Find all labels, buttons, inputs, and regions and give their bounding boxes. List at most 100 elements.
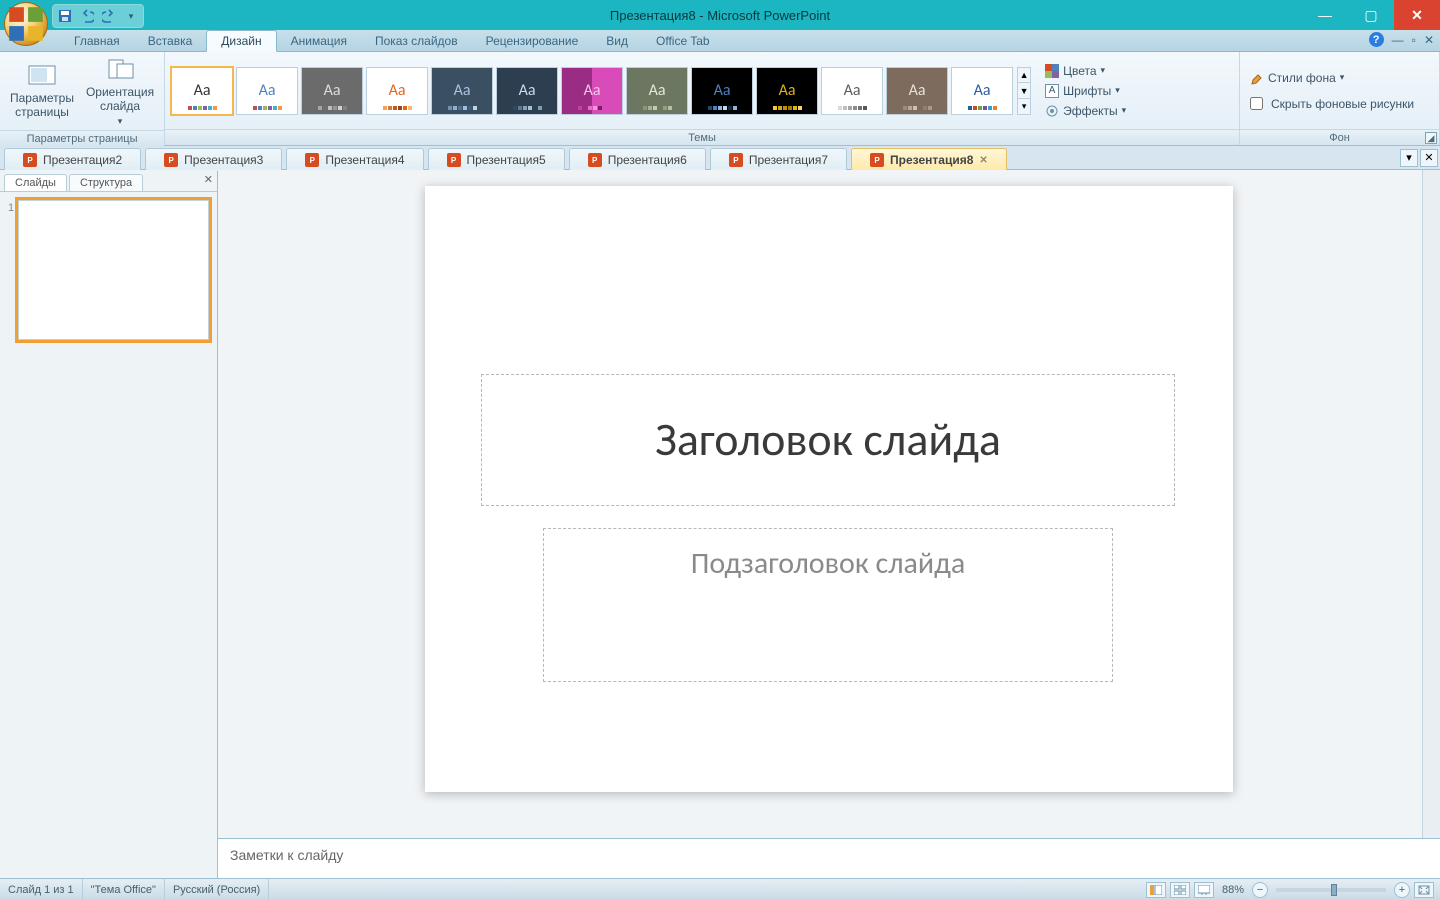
theme-colors-button[interactable]: Цвета ▾ [1041,61,1130,81]
doc-tabs-close[interactable]: ✕ [1420,149,1438,167]
group-themes: AaAaAaAaAaAaAaAaAaAaAaAaAa ▲ ▼ ▾ Цвета ▾… [165,52,1240,145]
close-button[interactable]: ✕ [1394,0,1440,30]
redo-icon [102,9,116,23]
quick-access-toolbar: ▾ [52,4,144,28]
maximize-button[interactable]: ▢ [1348,0,1394,30]
theme-thumb-1[interactable]: Aa [236,67,298,115]
canvas-area: Заголовок слайда Подзаголовок слайда [218,170,1440,838]
doc-tabs-dropdown[interactable]: ▾ [1400,149,1418,167]
gallery-up-button[interactable]: ▲ [1018,68,1030,84]
ribbon: Параметры страницы Ориентация слайда ▾ П… [0,52,1440,146]
theme-thumb-4[interactable]: Aa [431,67,493,115]
group-page-setup: Параметры страницы Ориентация слайда ▾ П… [0,52,165,145]
vertical-scrollbar[interactable] [1422,170,1440,838]
zoom-slider[interactable] [1276,888,1386,892]
doc-tab-презентация2[interactable]: PПрезентация2 [4,148,141,171]
theme-aa-icon: Aa [194,81,211,100]
slide-orientation-button[interactable]: Ориентация слайда ▾ [82,54,158,128]
view-normal-button[interactable] [1146,882,1166,898]
hide-bg-checkbox-input[interactable] [1250,97,1263,110]
doc-tab-презентация6[interactable]: PПрезентация6 [569,148,706,171]
theme-thumb-8[interactable]: Aa [691,67,753,115]
theme-thumb-11[interactable]: Aa [886,67,948,115]
ribbon-tab-рецензирование[interactable]: Рецензирование [472,31,593,51]
zoom-in-button[interactable]: + [1394,882,1410,898]
doc-tab-label: Презентация4 [325,153,404,167]
ribbon-help-area: ? — ▫ ✕ [1369,32,1434,47]
theme-thumb-2[interactable]: Aa [301,67,363,115]
window-title: Презентация8 - Microsoft PowerPoint [0,8,1440,23]
ribbon-restore-button[interactable]: ▫ [1412,33,1416,47]
ribbon-tab-вставка[interactable]: Вставка [134,31,207,51]
theme-thumb-10[interactable]: Aa [821,67,883,115]
ribbon-tab-вид[interactable]: Вид [592,31,642,51]
orientation-label: Ориентация слайда [86,86,154,114]
ribbon-tabs: ГлавнаяВставкаДизайнАнимацияПоказ слайдо… [0,30,1440,52]
qat-customize-button[interactable]: ▾ [121,7,141,25]
view-sorter-button[interactable] [1170,882,1190,898]
redo-button[interactable] [99,7,119,25]
group-bg-label: Фон◢ [1240,129,1439,145]
status-language[interactable]: Русский (Россия) [165,879,269,900]
tab-outline[interactable]: Структура [69,174,143,191]
ribbon-tab-дизайн[interactable]: Дизайн [206,30,276,52]
theme-aa-icon: Aa [519,81,536,100]
tab-slides[interactable]: Слайды [4,174,67,191]
help-button[interactable]: ? [1369,32,1384,47]
theme-thumb-7[interactable]: Aa [626,67,688,115]
theme-color-dots [708,106,737,110]
doc-tab-label: Презентация7 [749,153,828,167]
save-button[interactable] [55,7,75,25]
theme-aa-icon: Aa [844,81,861,100]
subtitle-placeholder[interactable]: Подзаголовок слайда [543,528,1113,682]
slide[interactable]: Заголовок слайда Подзаголовок слайда [425,186,1233,792]
background-styles-button[interactable]: Стили фона ▾ [1246,68,1348,88]
theme-effects-button[interactable]: Эффекты ▾ [1041,101,1130,121]
ribbon-tab-показ-слайдов[interactable]: Показ слайдов [361,31,472,51]
theme-thumb-9[interactable]: Aa [756,67,818,115]
doc-tab-презентация5[interactable]: PПрезентация5 [428,148,565,171]
theme-thumb-5[interactable]: Aa [496,67,558,115]
doc-tab-close[interactable]: ✕ [979,155,987,166]
bg-dialog-launcher[interactable]: ◢ [1425,132,1437,144]
title-placeholder[interactable]: Заголовок слайда [481,374,1175,506]
slide-thumbnail-1[interactable] [18,200,209,340]
page-setup-button[interactable]: Параметры страницы [6,60,78,122]
hide-bg-graphics-checkbox[interactable]: Скрыть фоновые рисунки [1246,94,1418,114]
panel-close-button[interactable]: ✕ [204,173,213,186]
ribbon-minimize-button[interactable]: — [1392,33,1404,47]
canvas-wrap: Заголовок слайда Подзаголовок слайда Зам… [218,170,1440,878]
ribbon-tab-главная[interactable]: Главная [60,31,134,51]
theme-fonts-button[interactable]: AШрифты ▾ [1041,81,1130,101]
powerpoint-icon: P [729,153,743,167]
theme-aa-icon: Aa [649,81,666,100]
theme-thumb-0[interactable]: Aa [171,67,233,115]
view-slideshow-button[interactable] [1194,882,1214,898]
zoom-slider-handle[interactable] [1331,884,1337,896]
gallery-down-button[interactable]: ▼ [1018,83,1030,99]
view-sorter-icon [1174,885,1186,895]
notes-pane[interactable]: Заметки к слайду [218,838,1440,878]
doc-tab-презентация3[interactable]: PПрезентация3 [145,148,282,171]
zoom-out-button[interactable]: − [1252,882,1268,898]
theme-thumb-3[interactable]: Aa [366,67,428,115]
ribbon-close-button[interactable]: ✕ [1424,33,1434,47]
zoom-fit-button[interactable] [1414,882,1434,898]
doc-tab-презентация7[interactable]: P Презентация7 [710,148,847,171]
undo-button[interactable] [77,7,97,25]
doc-tab-презентация4[interactable]: PПрезентация4 [286,148,423,171]
theme-aa-icon: Aa [259,81,276,100]
powerpoint-icon: P [447,153,461,167]
ribbon-tab-office-tab[interactable]: Office Tab [642,31,724,51]
doc-tab-label: Презентация8 [890,153,973,167]
theme-thumb-6[interactable]: Aa [561,67,623,115]
minimize-button[interactable]: — [1302,0,1348,30]
gallery-more-button[interactable]: ▾ [1018,99,1030,114]
theme-gallery: AaAaAaAaAaAaAaAaAaAaAaAaAa [171,67,1013,115]
office-button[interactable] [4,2,48,46]
theme-thumb-12[interactable]: Aa [951,67,1013,115]
doc-tab-презентация8[interactable]: PПрезентация8✕ [851,148,1007,171]
zoom-label[interactable]: 88% [1222,884,1244,896]
theme-color-dots [643,106,672,110]
ribbon-tab-анимация[interactable]: Анимация [277,31,361,51]
